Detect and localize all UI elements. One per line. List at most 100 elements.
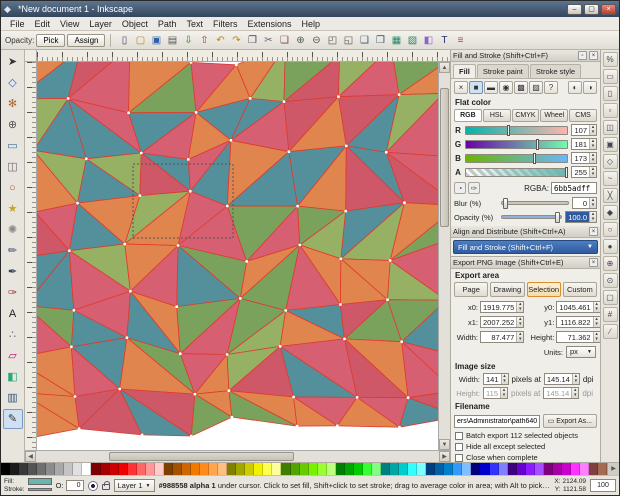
node-tool[interactable]: ◇ bbox=[3, 73, 23, 93]
colorspace-tab-hsl[interactable]: HSL bbox=[482, 109, 511, 122]
selection-opacity-input[interactable]: 0 bbox=[65, 480, 84, 491]
palette-swatch[interactable] bbox=[136, 463, 146, 475]
import-icon[interactable]: ⇩ bbox=[180, 33, 196, 48]
palette-swatch[interactable] bbox=[181, 463, 191, 475]
spin-arrows[interactable]: ▴ ▾ bbox=[516, 302, 524, 312]
palette-swatch[interactable] bbox=[46, 463, 56, 475]
palette-swatch[interactable] bbox=[462, 463, 472, 475]
new-document-icon[interactable]: ▯ bbox=[116, 33, 132, 48]
channel-slider-b[interactable] bbox=[465, 152, 569, 164]
palette-swatch[interactable] bbox=[145, 463, 155, 475]
spin-arrows[interactable]: ▴ ▾ bbox=[500, 374, 508, 384]
redo-icon[interactable]: ↷ bbox=[228, 33, 244, 48]
spin-arrows[interactable]: ▴ ▾ bbox=[592, 302, 600, 312]
snap-bbox-centers-icon[interactable]: ▣ bbox=[602, 137, 618, 152]
spin-arrows[interactable]: ▴ ▾ bbox=[516, 332, 524, 342]
palette-swatch[interactable] bbox=[118, 463, 128, 475]
snap-enable-icon[interactable]: % bbox=[602, 52, 618, 67]
close-button[interactable]: × bbox=[601, 3, 616, 15]
palette-swatch[interactable] bbox=[91, 463, 101, 475]
fill-stroke-indicator[interactable]: Fill: Stroke: bbox=[4, 478, 52, 493]
spin-arrows[interactable]: ▴ ▾ bbox=[592, 317, 600, 327]
x0-input[interactable]: 1919.775 ▴ ▾ bbox=[480, 301, 525, 313]
vertical-scrollbar[interactable]: ▲ ▼ bbox=[438, 62, 450, 450]
close-icon[interactable]: × bbox=[589, 227, 598, 236]
spin-arrows[interactable]: ▴ ▾ bbox=[571, 374, 579, 384]
eraser-tool[interactable]: ▱ bbox=[3, 346, 23, 366]
snap-bbox-corners-icon[interactable]: ▫ bbox=[602, 103, 618, 118]
menu-text[interactable]: Text bbox=[181, 18, 208, 30]
spin-arrows[interactable]: ▴ ▾ bbox=[589, 153, 596, 163]
spin-arrows[interactable]: ▴ ▾ bbox=[589, 125, 596, 135]
blur-slider[interactable] bbox=[501, 198, 569, 209]
blur-input[interactable]: 0 ▴ ▾ bbox=[572, 197, 597, 209]
palette-swatch[interactable] bbox=[380, 463, 391, 475]
vertical-ruler[interactable] bbox=[25, 62, 37, 450]
checkbox-hide-all-except-selected[interactable]: Hide all except selected bbox=[451, 441, 600, 452]
titlebar[interactable]: ◆ *New document 1 - Inkscape – ▢ × bbox=[1, 1, 619, 17]
assign-button[interactable]: Assign bbox=[67, 33, 106, 47]
snap-bbox-midpoints-icon[interactable]: ◫ bbox=[602, 120, 618, 135]
tab-fill[interactable]: Fill bbox=[453, 64, 476, 78]
checkbox-box[interactable] bbox=[455, 431, 463, 440]
filename-input[interactable] bbox=[454, 414, 540, 428]
radial-gradient-icon[interactable]: ◉ bbox=[499, 81, 513, 94]
linear-gradient-icon[interactable]: ▬ bbox=[484, 81, 498, 94]
colorspace-tab-rgb[interactable]: RGB bbox=[454, 109, 482, 122]
palette-swatch[interactable] bbox=[19, 463, 29, 475]
horizontal-scrollbar[interactable]: ◀ ▶ bbox=[25, 450, 450, 462]
checkbox-box[interactable] bbox=[455, 442, 463, 451]
channel-value-a[interactable]: 255 ▴ ▾ bbox=[571, 166, 597, 178]
palette-swatch[interactable] bbox=[55, 463, 65, 475]
channel-slider-g[interactable] bbox=[465, 138, 569, 150]
snap-intersections-icon[interactable]: ╳ bbox=[602, 188, 618, 203]
palette-swatch[interactable] bbox=[272, 463, 282, 475]
calligraphy-tool[interactable]: ✑ bbox=[3, 283, 23, 303]
fill-swatch[interactable] bbox=[27, 478, 52, 485]
pattern-icon[interactable]: ▩ bbox=[514, 81, 528, 94]
palette-swatch[interactable] bbox=[218, 463, 228, 475]
dock-icon[interactable]: ▫ bbox=[578, 51, 587, 60]
horizontal-ruler[interactable] bbox=[37, 50, 450, 62]
fill-rule-nonzero-icon[interactable]: ◑ bbox=[583, 81, 597, 94]
palette-swatch[interactable] bbox=[281, 463, 291, 475]
palette-swatch[interactable] bbox=[127, 463, 137, 475]
snap-cusp-nodes-icon[interactable]: ◆ bbox=[602, 205, 618, 220]
color-picker-icon[interactable]: ✑ bbox=[468, 182, 480, 194]
selector-tool[interactable]: ➤ bbox=[3, 52, 23, 72]
y1-input[interactable]: 1116.822 ▴ ▾ bbox=[556, 316, 600, 328]
ungroup-icon[interactable]: ▧ bbox=[404, 33, 420, 48]
palette-swatch[interactable] bbox=[172, 463, 182, 475]
close-icon[interactable]: × bbox=[589, 51, 598, 60]
scroll-up-icon[interactable]: ▲ bbox=[439, 62, 450, 73]
palette-swatch[interactable] bbox=[371, 463, 381, 475]
palette-swatch[interactable] bbox=[498, 463, 508, 475]
snap-smooth-nodes-icon[interactable]: ○ bbox=[602, 222, 618, 237]
area-width-input[interactable]: 87.477 ▴ ▾ bbox=[480, 331, 525, 343]
spin-arrows[interactable]: ▴ ▾ bbox=[589, 212, 596, 222]
tab-stroke-paint[interactable]: Stroke paint bbox=[476, 64, 529, 78]
menu-help[interactable]: Help bbox=[296, 18, 325, 30]
vertical-scroll-thumb[interactable] bbox=[440, 87, 449, 227]
tweak-tool[interactable]: ✻ bbox=[3, 94, 23, 114]
dialog-switcher[interactable]: Fill and Stroke (Shift+Ctrl+F) ▼ bbox=[453, 240, 598, 254]
pencil-tool[interactable]: ✏ bbox=[3, 241, 23, 261]
fill-stroke-dialog-header[interactable]: Fill and Stroke (Shift+Ctrl+F) ▫ × bbox=[451, 50, 600, 62]
pick-button[interactable]: Pick bbox=[36, 33, 66, 47]
palette-swatch[interactable] bbox=[516, 463, 526, 475]
channel-value-g[interactable]: 181 ▴ ▾ bbox=[571, 138, 597, 150]
palette-swatch[interactable] bbox=[308, 463, 318, 475]
palette-swatch[interactable] bbox=[444, 463, 454, 475]
maximize-button[interactable]: ▢ bbox=[584, 3, 599, 15]
align-dialog-icon[interactable]: ≡ bbox=[452, 33, 468, 48]
palette-swatch[interactable] bbox=[290, 463, 300, 475]
swatch-icon[interactable]: ▨ bbox=[529, 81, 543, 94]
group-icon[interactable]: ▦ bbox=[388, 33, 404, 48]
box3d-tool[interactable]: ◫ bbox=[3, 157, 23, 177]
open-document-icon[interactable]: ▢ bbox=[132, 33, 148, 48]
image-width-input[interactable]: 141 ▴ ▾ bbox=[483, 373, 509, 385]
palette-swatch[interactable] bbox=[344, 463, 354, 475]
palette-swatch[interactable] bbox=[37, 463, 47, 475]
spin-arrows[interactable]: ▴ ▾ bbox=[589, 139, 596, 149]
menu-path[interactable]: Path bbox=[153, 18, 182, 30]
